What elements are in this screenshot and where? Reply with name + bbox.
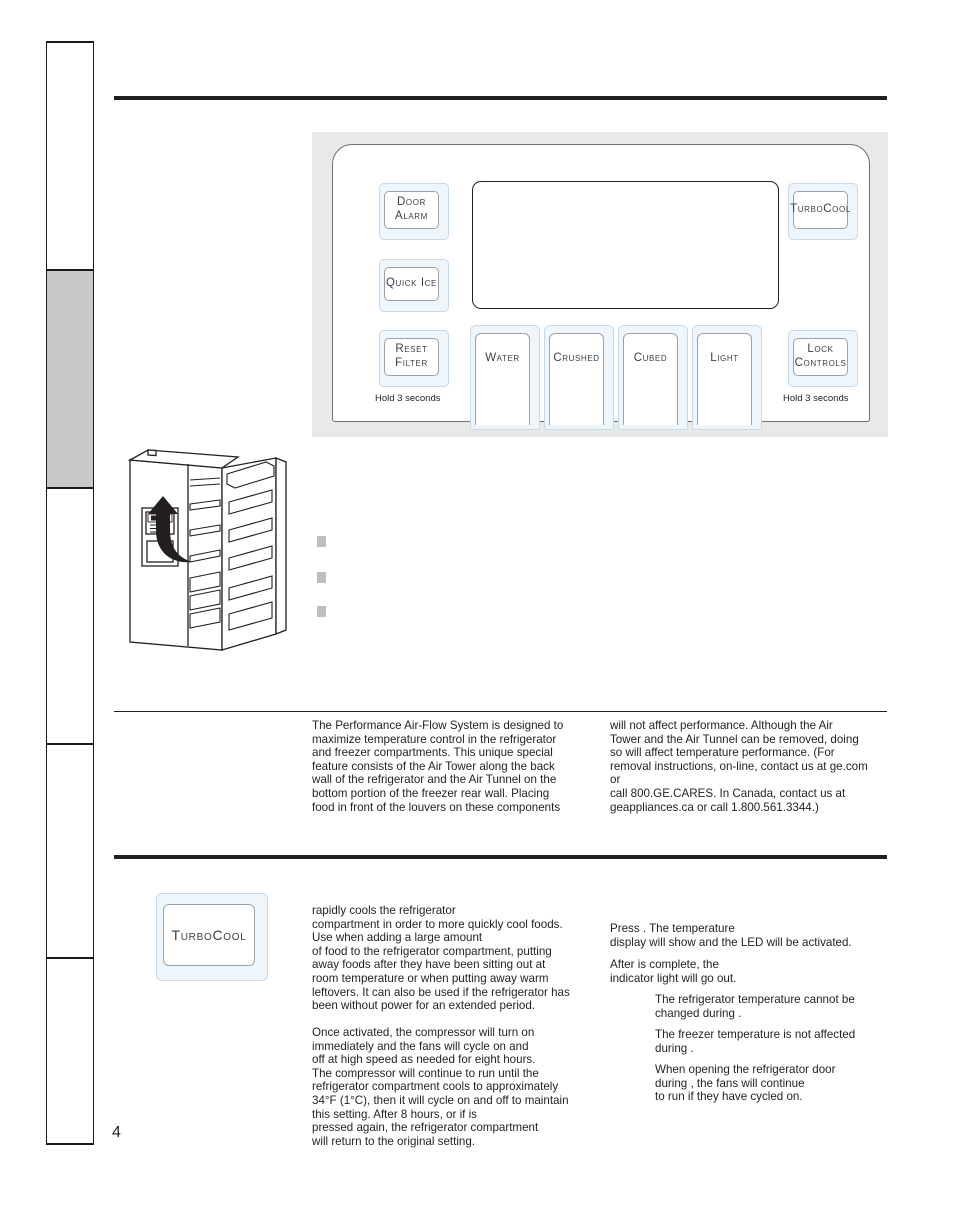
turbocool-left-paragraph-1: rapidly cools the refrigerator compartme…: [312, 904, 570, 1013]
crushed-button-face: Crushed: [549, 333, 604, 425]
turbocool-graphic-face: TurboCool: [163, 904, 255, 966]
turbocool-button-label: TurboCool: [790, 203, 851, 216]
cubed-button-face: Cubed: [623, 333, 678, 425]
light-button-face: Light: [697, 333, 752, 425]
door-alarm-button-face: Door Alarm: [384, 191, 439, 229]
turbocool-button[interactable]: TurboCool: [788, 183, 858, 240]
page-number: 4: [112, 1124, 121, 1141]
top-heading-rule: [114, 96, 887, 100]
crushed-button[interactable]: Crushed: [544, 325, 614, 430]
temperature-display-window: [472, 181, 779, 309]
quick-ice-button-face: Quick Ice: [384, 267, 439, 301]
turbocool-graphic-label: TurboCool: [171, 927, 247, 943]
turbocool-note-1: The refrigerator temperature cannot be c…: [655, 993, 855, 1020]
door-alarm-button[interactable]: Door Alarm: [379, 183, 449, 240]
control-panel-face: Door Alarm Quick Ice Reset Filter Hold 3…: [332, 144, 870, 430]
sidebar-tab-5[interactable]: [46, 957, 94, 1145]
bullet-marker-2: [317, 572, 326, 583]
reset-filter-button-face: Reset Filter: [384, 338, 439, 376]
water-button[interactable]: Water: [470, 325, 540, 430]
sidebar-tab-1[interactable]: [46, 41, 94, 277]
cubed-button[interactable]: Cubed: [618, 325, 688, 430]
light-button-label: Light: [710, 352, 739, 364]
dispenser-control-panel-graphic: Door Alarm Quick Ice Reset Filter Hold 3…: [312, 132, 888, 437]
lock-controls-hold-note: Hold 3 seconds: [783, 393, 849, 404]
quick-ice-button-label: Quick Ice: [386, 277, 437, 290]
refrigerator-illustration: [126, 438, 290, 652]
turbocool-right-paragraph-2: After is complete, the indicator light w…: [610, 958, 737, 985]
crushed-button-label: Crushed: [553, 352, 600, 364]
door-alarm-button-label: Door Alarm: [395, 196, 428, 222]
airflow-section-rule: [114, 711, 887, 713]
bullet-marker-3: [317, 606, 326, 617]
lock-controls-button-label: Lock Controls: [794, 343, 847, 369]
lock-controls-button-face: Lock Controls: [793, 338, 848, 376]
turbocool-section-rule: [114, 855, 887, 859]
reset-filter-button-label: Reset Filter: [395, 343, 428, 369]
reset-filter-button[interactable]: Reset Filter: [379, 330, 449, 387]
cubed-button-label: Cubed: [633, 352, 668, 364]
manual-page: Door Alarm Quick Ice Reset Filter Hold 3…: [0, 0, 954, 1227]
turbocool-button-face: TurboCool: [790, 191, 851, 229]
sidebar-tab-4[interactable]: [46, 743, 94, 965]
sidebar-tabs: [46, 41, 94, 1145]
turbocool-button-graphic: TurboCool: [156, 893, 268, 981]
light-button[interactable]: Light: [692, 325, 762, 430]
lock-controls-button[interactable]: Lock Controls: [788, 330, 858, 387]
turbocool-left-paragraph-2: Once activated, the compressor will turn…: [312, 1026, 569, 1148]
airflow-right-column: will not affect performance. Although th…: [610, 719, 868, 814]
turbocool-right-paragraph-1: Press . The temperature display will sho…: [610, 922, 852, 949]
airflow-left-column: The Performance Air-Flow System is desig…: [312, 719, 564, 814]
turbocool-note-3: When opening the refrigerator door durin…: [655, 1063, 836, 1104]
sidebar-tab-3[interactable]: [46, 487, 94, 751]
quick-ice-button[interactable]: Quick Ice: [379, 259, 449, 312]
water-button-face: Water: [475, 333, 530, 425]
bullet-marker-1: [317, 536, 326, 547]
water-button-label: Water: [485, 352, 520, 364]
turbocool-note-2: The freezer temperature is not affected …: [655, 1028, 856, 1055]
sidebar-tab-2[interactable]: [46, 269, 94, 495]
reset-filter-hold-note: Hold 3 seconds: [375, 393, 441, 404]
